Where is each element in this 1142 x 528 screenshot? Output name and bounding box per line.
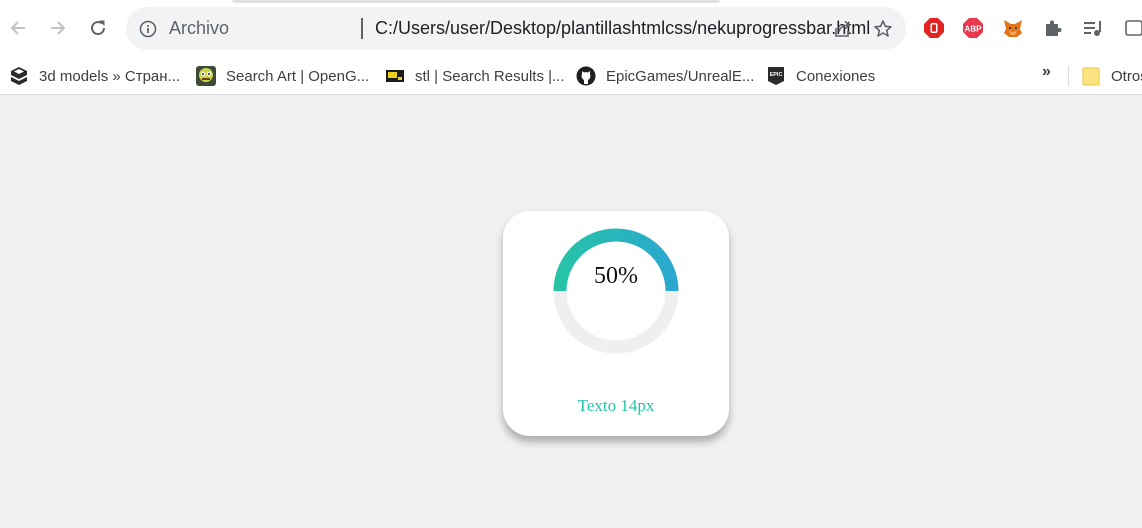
cubes-icon (9, 66, 29, 86)
bookmark-item[interactable]: EpicGames/UnrealE... (576, 62, 754, 90)
other-bookmarks-label: Otros (1111, 67, 1142, 85)
github-icon (576, 66, 596, 86)
bookmark-label: Search Art | OpenG... (226, 67, 370, 85)
folder-icon (1081, 66, 1101, 86)
bookmarks-overflow-button[interactable]: » (1042, 63, 1051, 81)
address-separator (361, 18, 363, 39)
info-icon[interactable] (138, 19, 158, 39)
share-icon[interactable] (832, 18, 854, 40)
arrow-right-icon (51, 21, 66, 35)
forward-button[interactable] (44, 14, 72, 42)
address-bar[interactable]: Archivo C:/Users/user/Desktop/plantillas… (126, 7, 906, 50)
reload-icon (91, 20, 106, 36)
bookmark-label: EpicGames/UnrealE... (606, 67, 755, 85)
star-icon[interactable] (872, 18, 894, 40)
svg-text:EPIC: EPIC (770, 72, 783, 78)
opengameart-icon (196, 66, 216, 86)
svg-text:ABP: ABP (965, 25, 983, 34)
progress-card: 50% Texto 14px (503, 211, 729, 436)
card-caption: Texto 14px (577, 396, 655, 415)
epic-games-icon: EPIC (766, 66, 786, 86)
bookmark-label: Conexiones (796, 67, 876, 85)
circular-progress-gauge (553, 228, 679, 354)
security-label[interactable]: Archivo (169, 18, 229, 39)
bookmarks-bar: 3d models » Стран... Search Art | OpenG.… (0, 57, 1142, 95)
active-tab-edge (232, 0, 720, 3)
profile-icon[interactable] (1122, 16, 1142, 40)
bookmark-label: stl | Search Results |... (415, 67, 565, 85)
url-text[interactable]: C:/Users/user/Desktop/plantillashtmlcss/… (375, 18, 870, 39)
browser-toolbar: Archivo C:/Users/user/Desktop/plantillas… (0, 0, 1142, 57)
media-queue-icon[interactable] (1081, 16, 1105, 40)
back-button[interactable] (4, 14, 32, 42)
bookmarks-separator (1068, 66, 1069, 86)
thingiverse-icon (385, 66, 405, 86)
arrow-left-icon (10, 21, 25, 35)
bookmark-label: 3d models » Стран... (39, 67, 181, 85)
other-bookmarks-folder[interactable]: Otros (1081, 62, 1142, 90)
reload-button[interactable] (84, 14, 112, 42)
fox-icon[interactable] (1001, 16, 1025, 40)
progress-value: 50% (594, 263, 638, 289)
puzzle-icon[interactable] (1041, 16, 1065, 40)
stop-ext-icon[interactable] (922, 16, 946, 40)
bookmark-item[interactable]: 3d models » Стран... (9, 62, 180, 90)
bookmark-item[interactable]: EPIC Conexiones (766, 62, 875, 90)
bookmark-item[interactable]: Search Art | OpenG... (196, 62, 369, 90)
abp-icon[interactable]: ABP (961, 16, 985, 40)
bookmark-item[interactable]: stl | Search Results |... (385, 62, 565, 90)
